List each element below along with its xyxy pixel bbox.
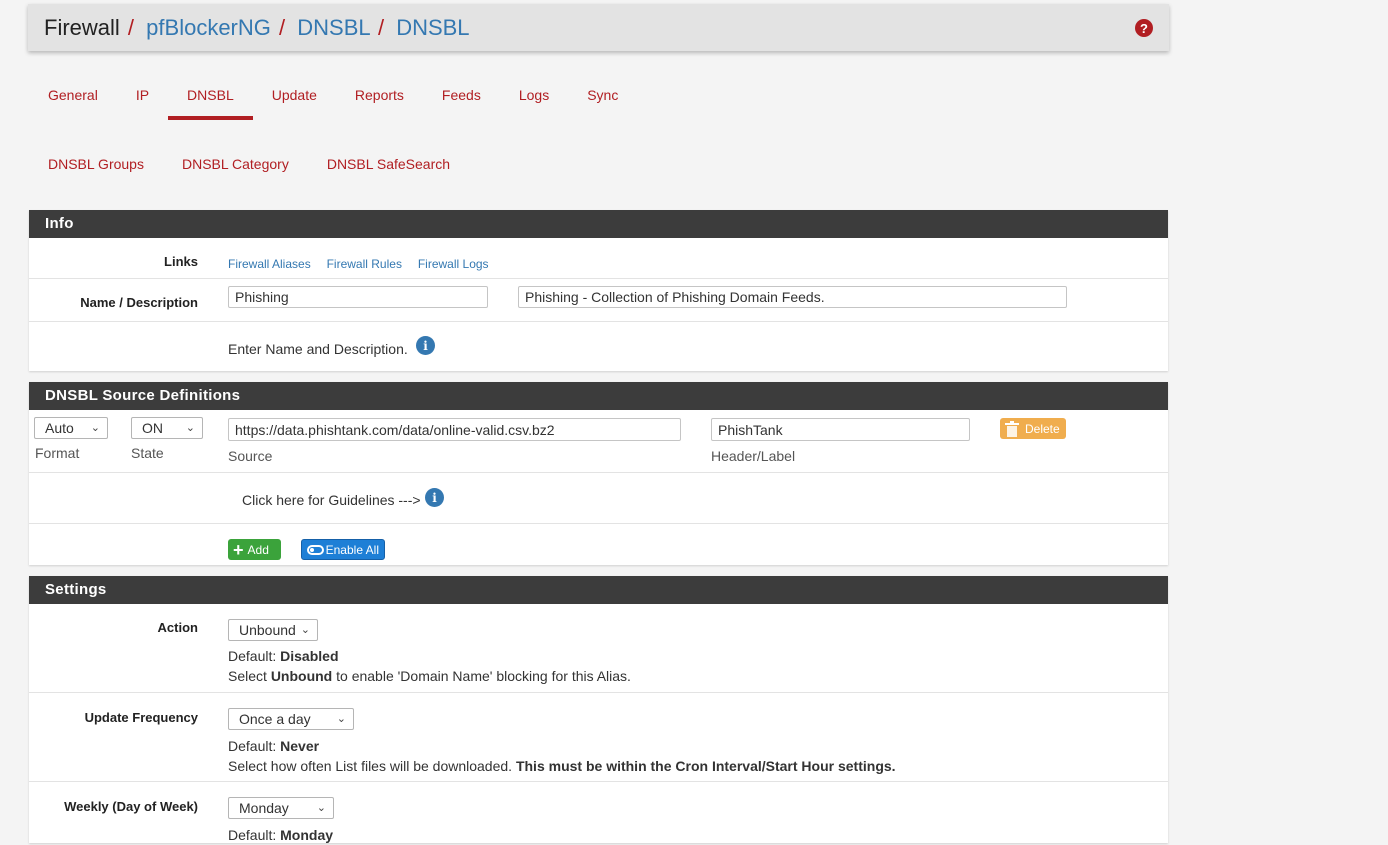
delete-label: Delete (1025, 421, 1060, 436)
action-select[interactable]: Unbound ⌄ (228, 619, 318, 641)
settings-panel: Settings Action Unbound ⌄ Default: Disab… (29, 576, 1168, 843)
state-label: State (131, 445, 164, 461)
subtab-dnsbl-groups[interactable]: DNSBL Groups (29, 143, 163, 183)
breadcrumb-pfblockerng[interactable]: pfBlockerNG (146, 15, 271, 40)
action-value: Unbound (239, 622, 296, 638)
guidelines-row: Click here for Guidelines ---> i (29, 473, 1168, 524)
chevron-down-icon: ⌄ (316, 802, 326, 814)
trash-icon (1005, 420, 1019, 437)
help-icon[interactable]: ? (1135, 19, 1153, 37)
format-value: Auto (45, 420, 74, 436)
source-label: Source (228, 448, 273, 464)
breadcrumb: Firewall / pfBlockerNG / DNSBL / DNSBL (44, 15, 470, 41)
header-label-caption: Header/Label (711, 448, 796, 464)
source-url-input[interactable] (228, 418, 681, 441)
subtab-dnsbl-category[interactable]: DNSBL Category (163, 143, 308, 183)
tab-update[interactable]: Update (253, 74, 336, 120)
info-icon: i (416, 336, 435, 355)
breadcrumb-bar: Firewall / pfBlockerNG / DNSBL / DNSBL ? (28, 4, 1169, 51)
guidelines-text: Click here for Guidelines ---> (242, 492, 421, 508)
action-row: Action Unbound ⌄ Default: Disabled Selec… (29, 604, 1168, 693)
state-select[interactable]: ON ⌄ (131, 417, 203, 439)
sources-panel-title: DNSBL Source Definitions (29, 382, 1168, 410)
tab-dnsbl[interactable]: DNSBL (168, 74, 253, 120)
breadcrumb-separator: / (127, 14, 135, 40)
link-firewall-logs[interactable]: Firewall Logs (418, 257, 489, 271)
tab-feeds[interactable]: Feeds (423, 74, 500, 120)
enable-all-button[interactable]: Enable All (301, 539, 385, 560)
action-help: Select Unbound to enable 'Domain Name' b… (228, 668, 631, 684)
settings-panel-title: Settings (29, 576, 1168, 604)
weekly-label: Weekly (Day of Week) (64, 799, 198, 814)
breadcrumb-dnsbl[interactable]: DNSBL (297, 15, 370, 40)
chevron-down-icon: ⌄ (336, 713, 346, 725)
links-list: Firewall Aliases Firewall Rules Firewall… (228, 255, 501, 271)
format-label: Format (35, 445, 80, 461)
name-info-button[interactable]: i (416, 336, 435, 355)
name-help-text: Enter Name and Description. (228, 341, 408, 357)
sub-tabs: DNSBL Groups DNSBL Category DNSBL SafeSe… (29, 143, 469, 183)
header-label-input[interactable] (711, 418, 970, 441)
source-row: Auto ⌄ Format ON ⌄ State Source Header/L… (29, 410, 1168, 473)
subtab-dnsbl-safesearch[interactable]: DNSBL SafeSearch (308, 143, 469, 183)
info-panel-title: Info (29, 210, 1168, 238)
delete-button[interactable]: Delete (1000, 418, 1066, 439)
action-default: Default: Disabled (228, 648, 339, 664)
link-firewall-rules[interactable]: Firewall Rules (327, 257, 402, 271)
enable-all-label: Enable All (325, 542, 379, 557)
tab-logs[interactable]: Logs (500, 74, 568, 120)
tab-general[interactable]: General (29, 74, 117, 120)
links-row: Links Firewall Aliases Firewall Rules Fi… (29, 238, 1168, 279)
update-frequency-default: Default: Never (228, 738, 320, 754)
breadcrumb-root: Firewall (44, 14, 120, 40)
chevron-down-icon: ⌄ (185, 422, 195, 434)
description-input[interactable] (518, 286, 1067, 308)
update-frequency-value: Once a day (239, 711, 311, 727)
weekly-default: Default: Monday (228, 827, 334, 843)
guidelines-info-button[interactable]: i (425, 488, 444, 507)
name-help-row: Enter Name and Description. i (29, 322, 1168, 371)
link-firewall-aliases[interactable]: Firewall Aliases (228, 257, 311, 271)
tab-ip[interactable]: IP (117, 74, 168, 120)
name-row: Name / Description (29, 279, 1168, 322)
state-value: ON (142, 420, 163, 436)
name-description-label: Name / Description (80, 295, 198, 310)
name-input[interactable] (228, 286, 488, 308)
chevron-down-icon: ⌄ (300, 624, 310, 636)
source-definitions-panel: DNSBL Source Definitions Auto ⌄ Format O… (29, 382, 1168, 565)
tab-reports[interactable]: Reports (336, 74, 423, 120)
update-frequency-help: Select how often List files will be down… (228, 758, 896, 774)
weekly-value: Monday (239, 800, 289, 816)
info-icon: i (425, 488, 444, 507)
toggle-icon (307, 544, 324, 555)
action-label: Action (157, 620, 198, 635)
format-select[interactable]: Auto ⌄ (34, 417, 108, 439)
breadcrumb-dnsbl-current[interactable]: DNSBL (396, 15, 469, 40)
main-tabs: General IP DNSBL Update Reports Feeds Lo… (29, 74, 637, 120)
weekly-row: Weekly (Day of Week) Monday ⌄ Default: M… (29, 782, 1168, 845)
update-frequency-label: Update Frequency (84, 710, 198, 725)
breadcrumb-separator: / (377, 14, 385, 40)
add-row: + Add Enable All (29, 524, 1168, 565)
tab-sync[interactable]: Sync (568, 74, 637, 120)
plus-icon: + (233, 539, 244, 560)
update-frequency-row: Update Frequency Once a day ⌄ Default: N… (29, 693, 1168, 782)
links-label: Links (164, 254, 198, 269)
info-panel: Info Links Firewall Aliases Firewall Rul… (29, 210, 1168, 371)
breadcrumb-separator: / (279, 14, 286, 40)
chevron-down-icon: ⌄ (90, 422, 100, 434)
add-label: Add (247, 542, 269, 557)
add-button[interactable]: + Add (228, 539, 281, 560)
weekly-select[interactable]: Monday ⌄ (228, 797, 334, 819)
update-frequency-select[interactable]: Once a day ⌄ (228, 708, 354, 730)
